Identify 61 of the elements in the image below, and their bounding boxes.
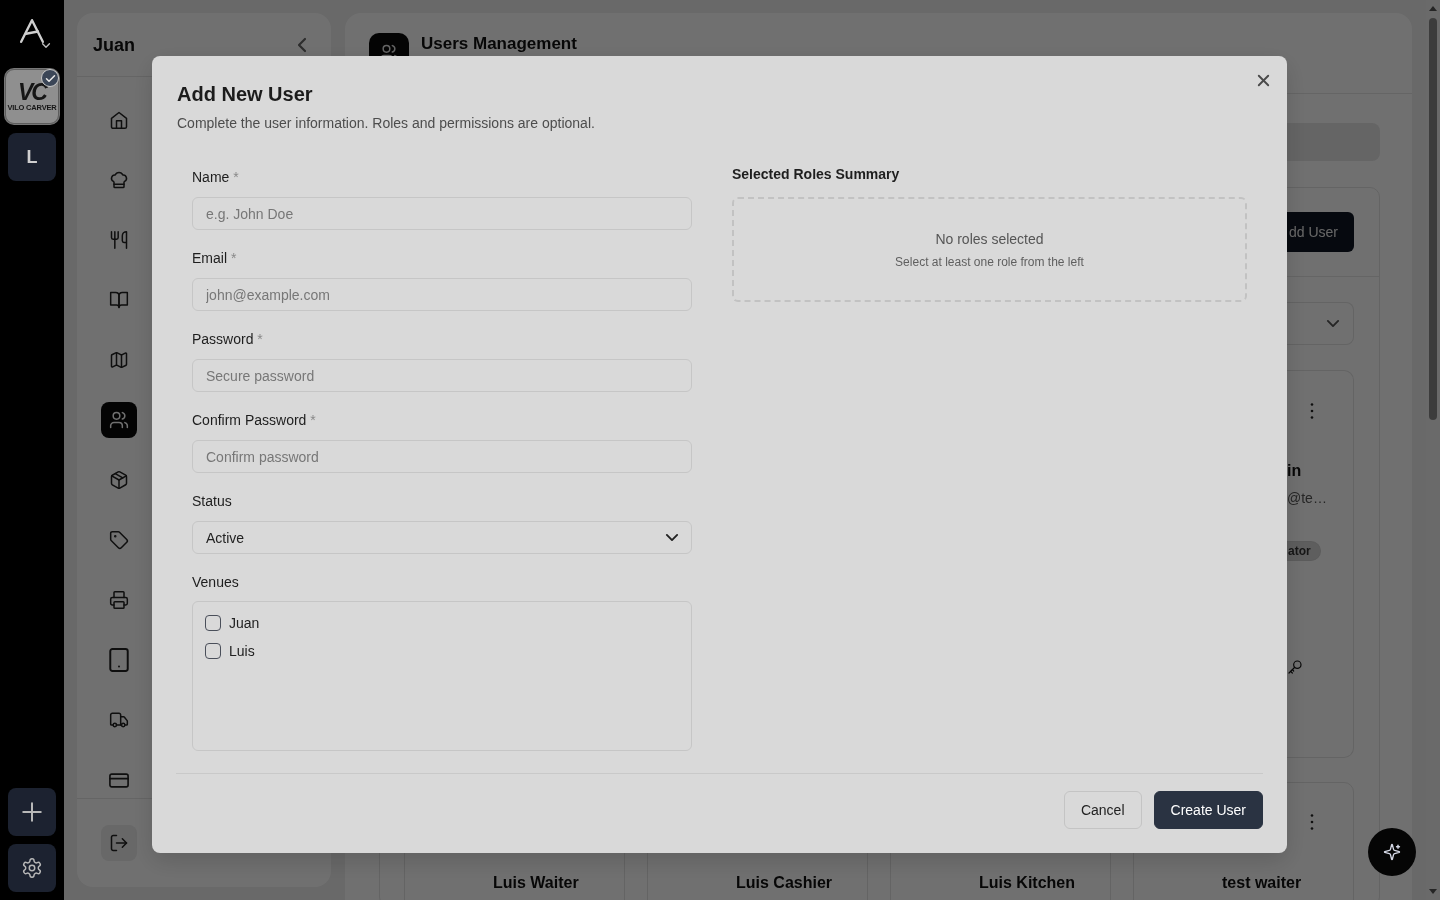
cancel-button[interactable]: Cancel (1063, 791, 1142, 829)
chevron-down-icon (666, 534, 678, 541)
role-tag: ator (1287, 541, 1321, 561)
logo-monogram: VC (18, 81, 46, 103)
logout-icon[interactable] (101, 825, 137, 861)
field-label: Name * (192, 169, 239, 185)
key-icon[interactable] (1287, 659, 1303, 675)
page-title: Users Management (421, 34, 577, 54)
empty-state-title: No roles selected (935, 230, 1044, 247)
close-icon (1257, 74, 1269, 86)
settings-button[interactable] (8, 844, 56, 892)
sidebar-title: Juan (93, 33, 135, 56)
logo-icon[interactable] (19, 18, 45, 44)
field-label: Password * (192, 331, 263, 347)
user-name: Luis Kitchen (979, 873, 1075, 893)
more-icon[interactable] (1310, 814, 1314, 830)
utensils-icon[interactable] (109, 230, 129, 250)
dialog-title: Add New User (177, 82, 314, 106)
home-icon[interactable] (109, 110, 129, 130)
email-input[interactable]: john@example.com (192, 278, 692, 311)
tag-icon[interactable] (109, 530, 129, 550)
user-name: in (1287, 461, 1302, 481)
box-icon[interactable] (109, 470, 129, 490)
section-title: Selected Roles Summary (732, 169, 901, 182)
password-input[interactable]: Confirm password (192, 440, 692, 473)
create-button[interactable]: Create User (1153, 791, 1263, 829)
more-icon[interactable] (1310, 403, 1314, 419)
user-name: test waiter (1222, 873, 1302, 893)
user-email: @te… (1287, 489, 1327, 508)
sparkle-icon (1383, 843, 1401, 861)
plus-icon (22, 802, 42, 822)
user-name: Luis Cashier (736, 873, 833, 893)
empty-state-hint: Select at least one role from the left (895, 254, 1084, 269)
checkbox[interactable] (205, 643, 221, 659)
checkbox[interactable] (205, 615, 221, 631)
checkbox-label: Juan (229, 615, 260, 631)
field-label: Status (192, 493, 232, 509)
chevron-left-icon[interactable] (298, 37, 306, 52)
password-input[interactable]: Secure password (192, 359, 692, 392)
map-icon[interactable] (109, 350, 129, 370)
add-button[interactable] (8, 788, 56, 836)
chef-hat-icon[interactable] (109, 170, 129, 190)
chevron-down-icon (1327, 320, 1339, 327)
truck-icon[interactable] (109, 710, 129, 730)
settings-icon (21, 857, 43, 879)
credit-card-icon[interactable] (109, 772, 129, 788)
tablet-icon[interactable] (109, 648, 129, 672)
venue-button[interactable]: L (8, 133, 56, 181)
field-label: Venues (192, 574, 239, 590)
caret-icon[interactable] (42, 43, 50, 48)
user-name: Luis Waiter (493, 873, 579, 893)
field-label: Email * (192, 250, 237, 266)
checkbox-label: Luis (229, 643, 255, 659)
dialog-description: Complete the user information. Roles and permissions are optional. (177, 115, 596, 131)
text-input[interactable]: e.g. John Doe (192, 197, 692, 230)
add-user-button[interactable]: dd User (1287, 212, 1354, 252)
users-icon[interactable] (101, 402, 137, 438)
printer-icon[interactable] (109, 590, 129, 610)
book-icon[interactable] (109, 290, 129, 310)
field-label: Confirm Password * (192, 412, 316, 428)
dropdown[interactable]: Active (192, 521, 692, 554)
